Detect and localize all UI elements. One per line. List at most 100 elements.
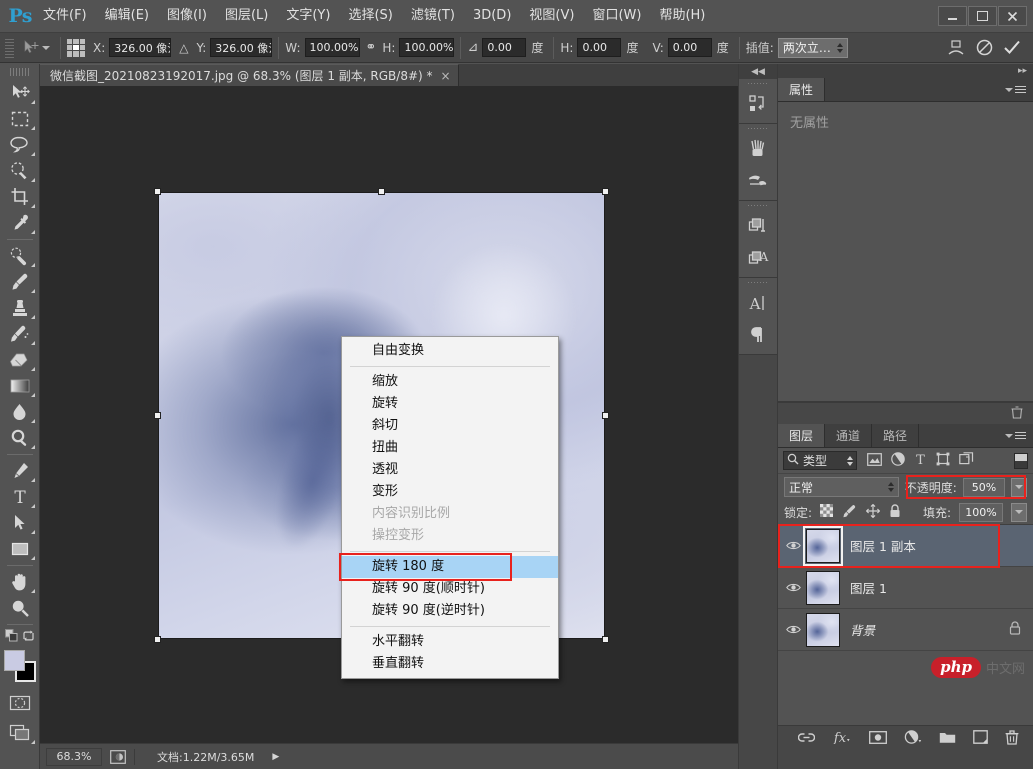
lasso-tool[interactable]: [3, 132, 37, 158]
skew-h-input[interactable]: 0.00: [577, 38, 622, 57]
fill-input[interactable]: 100%: [959, 502, 1003, 522]
y-input[interactable]: 326.00 像氵: [210, 38, 273, 57]
menu-filter[interactable]: 滤镜(T): [402, 5, 464, 27]
collapse-panels-icon[interactable]: ▸▸: [1018, 66, 1027, 76]
context-menu-item-distort[interactable]: 扭曲: [342, 437, 558, 459]
lock-all-icon[interactable]: [889, 503, 901, 521]
lock-position-icon[interactable]: [865, 503, 881, 521]
delete-layer-icon[interactable]: [1005, 729, 1019, 748]
zoom-level-input[interactable]: 68.3%: [46, 747, 102, 766]
options-bar-grip[interactable]: [5, 36, 14, 59]
fill-dropdown-button[interactable]: [1010, 502, 1027, 522]
foreground-color-swatch[interactable]: [3, 650, 25, 671]
context-menu-item-rotate-90-ccw[interactable]: 旋转 90 度(逆时针): [342, 600, 558, 622]
character-group-grip[interactable]: [739, 278, 777, 287]
maximize-button[interactable]: [968, 6, 997, 26]
properties-delete-icon[interactable]: [1011, 405, 1023, 422]
clone-stamp-tool[interactable]: [3, 295, 37, 321]
menu-help[interactable]: 帮助(H): [650, 5, 714, 27]
screen-mode-button[interactable]: [3, 720, 37, 746]
paragraph-panel-button[interactable]: [739, 319, 777, 351]
tab-properties[interactable]: 属性: [778, 78, 826, 101]
menu-edit[interactable]: 编辑(E): [96, 5, 158, 27]
ref-mr[interactable]: [79, 44, 85, 51]
filter-pixel-icon[interactable]: [867, 452, 882, 469]
zoom-tool[interactable]: [3, 595, 37, 621]
history-group-grip[interactable]: [739, 79, 777, 88]
menu-select[interactable]: 选择(S): [339, 5, 401, 27]
layer-name[interactable]: 背景: [850, 620, 875, 639]
ref-bl[interactable]: [67, 51, 73, 57]
context-menu-item-rotate-180[interactable]: 旋转 180 度: [342, 556, 558, 578]
layer-visibility-toggle[interactable]: [780, 624, 806, 635]
spot-healing-brush-tool[interactable]: [3, 243, 37, 269]
hand-tool[interactable]: [3, 569, 37, 595]
lock-transparent-pixels-icon[interactable]: [820, 504, 834, 520]
status-expand-arrow-icon[interactable]: ▶: [272, 752, 279, 762]
filter-adjustment-icon[interactable]: [891, 452, 905, 469]
tools-panel-grip[interactable]: [9, 68, 30, 76]
context-menu-item-warp[interactable]: 变形: [342, 481, 558, 503]
tab-channels[interactable]: 通道: [825, 424, 873, 447]
dodge-tool[interactable]: [3, 425, 37, 451]
add-layer-mask-icon[interactable]: [869, 730, 887, 747]
context-menu-item-skew[interactable]: 斜切: [342, 415, 558, 437]
ref-bc[interactable]: [73, 51, 79, 57]
context-menu-item-flip-horizontal[interactable]: 水平翻转: [342, 631, 558, 653]
document-profile-icon[interactable]: [110, 749, 126, 764]
layer-thumbnail[interactable]: [803, 525, 843, 566]
menu-type[interactable]: 文字(Y): [277, 5, 339, 27]
link-aspect-ratio-icon[interactable]: ⚭: [366, 40, 377, 55]
default-colors-icon[interactable]: [4, 629, 18, 645]
ref-br[interactable]: [79, 51, 85, 57]
commit-transform-icon[interactable]: [1003, 39, 1021, 56]
menu-3d[interactable]: 3D(D): [464, 5, 520, 27]
rectangle-tool[interactable]: [3, 536, 37, 562]
crop-tool[interactable]: [3, 184, 37, 210]
history-brush-tool[interactable]: [3, 321, 37, 347]
interpolation-select[interactable]: 两次立…: [777, 37, 848, 58]
reference-point-selector[interactable]: [67, 38, 85, 57]
document-tab-close-icon[interactable]: ×: [441, 69, 451, 83]
expand-panels-icon[interactable]: ◀◀: [739, 64, 777, 79]
lock-image-pixels-icon[interactable]: [842, 504, 857, 521]
path-selection-tool[interactable]: [3, 510, 37, 536]
interpolation-spinner-icon[interactable]: [836, 42, 843, 53]
pen-tool[interactable]: [3, 458, 37, 484]
tool-preset-picker[interactable]: [18, 39, 54, 56]
layer-filter-kind-select[interactable]: 类型: [783, 451, 857, 470]
properties-panel-menu-button[interactable]: [998, 78, 1033, 101]
menu-file[interactable]: 文件(F): [34, 5, 96, 27]
minimize-button[interactable]: [938, 6, 967, 26]
angle-input[interactable]: 0.00: [482, 38, 527, 57]
move-tool[interactable]: [3, 80, 37, 106]
new-group-icon[interactable]: [939, 731, 956, 747]
ref-ml[interactable]: [67, 44, 73, 51]
filter-shape-icon[interactable]: [936, 452, 950, 469]
ref-center[interactable]: [73, 44, 79, 51]
character-styles-button[interactable]: A: [739, 242, 777, 274]
swap-colors-icon[interactable]: [22, 630, 35, 645]
horizontal-type-tool[interactable]: T: [3, 484, 37, 510]
brush-presets-button[interactable]: [739, 133, 777, 165]
eraser-tool[interactable]: [3, 347, 37, 373]
rectangular-marquee-tool[interactable]: [3, 106, 37, 132]
cancel-transform-icon[interactable]: [976, 39, 993, 56]
layer-row-background[interactable]: 背景: [778, 609, 1033, 651]
layer-visibility-toggle[interactable]: [780, 540, 806, 551]
ref-tl[interactable]: [67, 38, 73, 44]
layer-row-layer1[interactable]: 图层 1: [778, 567, 1033, 609]
new-layer-icon[interactable]: [973, 730, 988, 747]
layer-style-fx-icon[interactable]: fx: [832, 730, 852, 747]
context-menu-item-perspective[interactable]: 透视: [342, 459, 558, 481]
ref-tc[interactable]: [73, 38, 79, 44]
close-button[interactable]: [998, 6, 1027, 26]
layer-filter-spinner-icon[interactable]: [847, 455, 853, 466]
document-tab[interactable]: 微信截图_20210823192017.jpg @ 68.3% (图层 1 副本…: [40, 64, 459, 86]
context-menu-item-rotate[interactable]: 旋转: [342, 393, 558, 415]
tab-paths[interactable]: 路径: [872, 424, 920, 447]
menu-view[interactable]: 视图(V): [520, 5, 583, 27]
ref-tr[interactable]: [79, 38, 85, 44]
skew-v-input[interactable]: 0.00: [667, 38, 712, 57]
menu-image[interactable]: 图像(I): [158, 5, 216, 27]
